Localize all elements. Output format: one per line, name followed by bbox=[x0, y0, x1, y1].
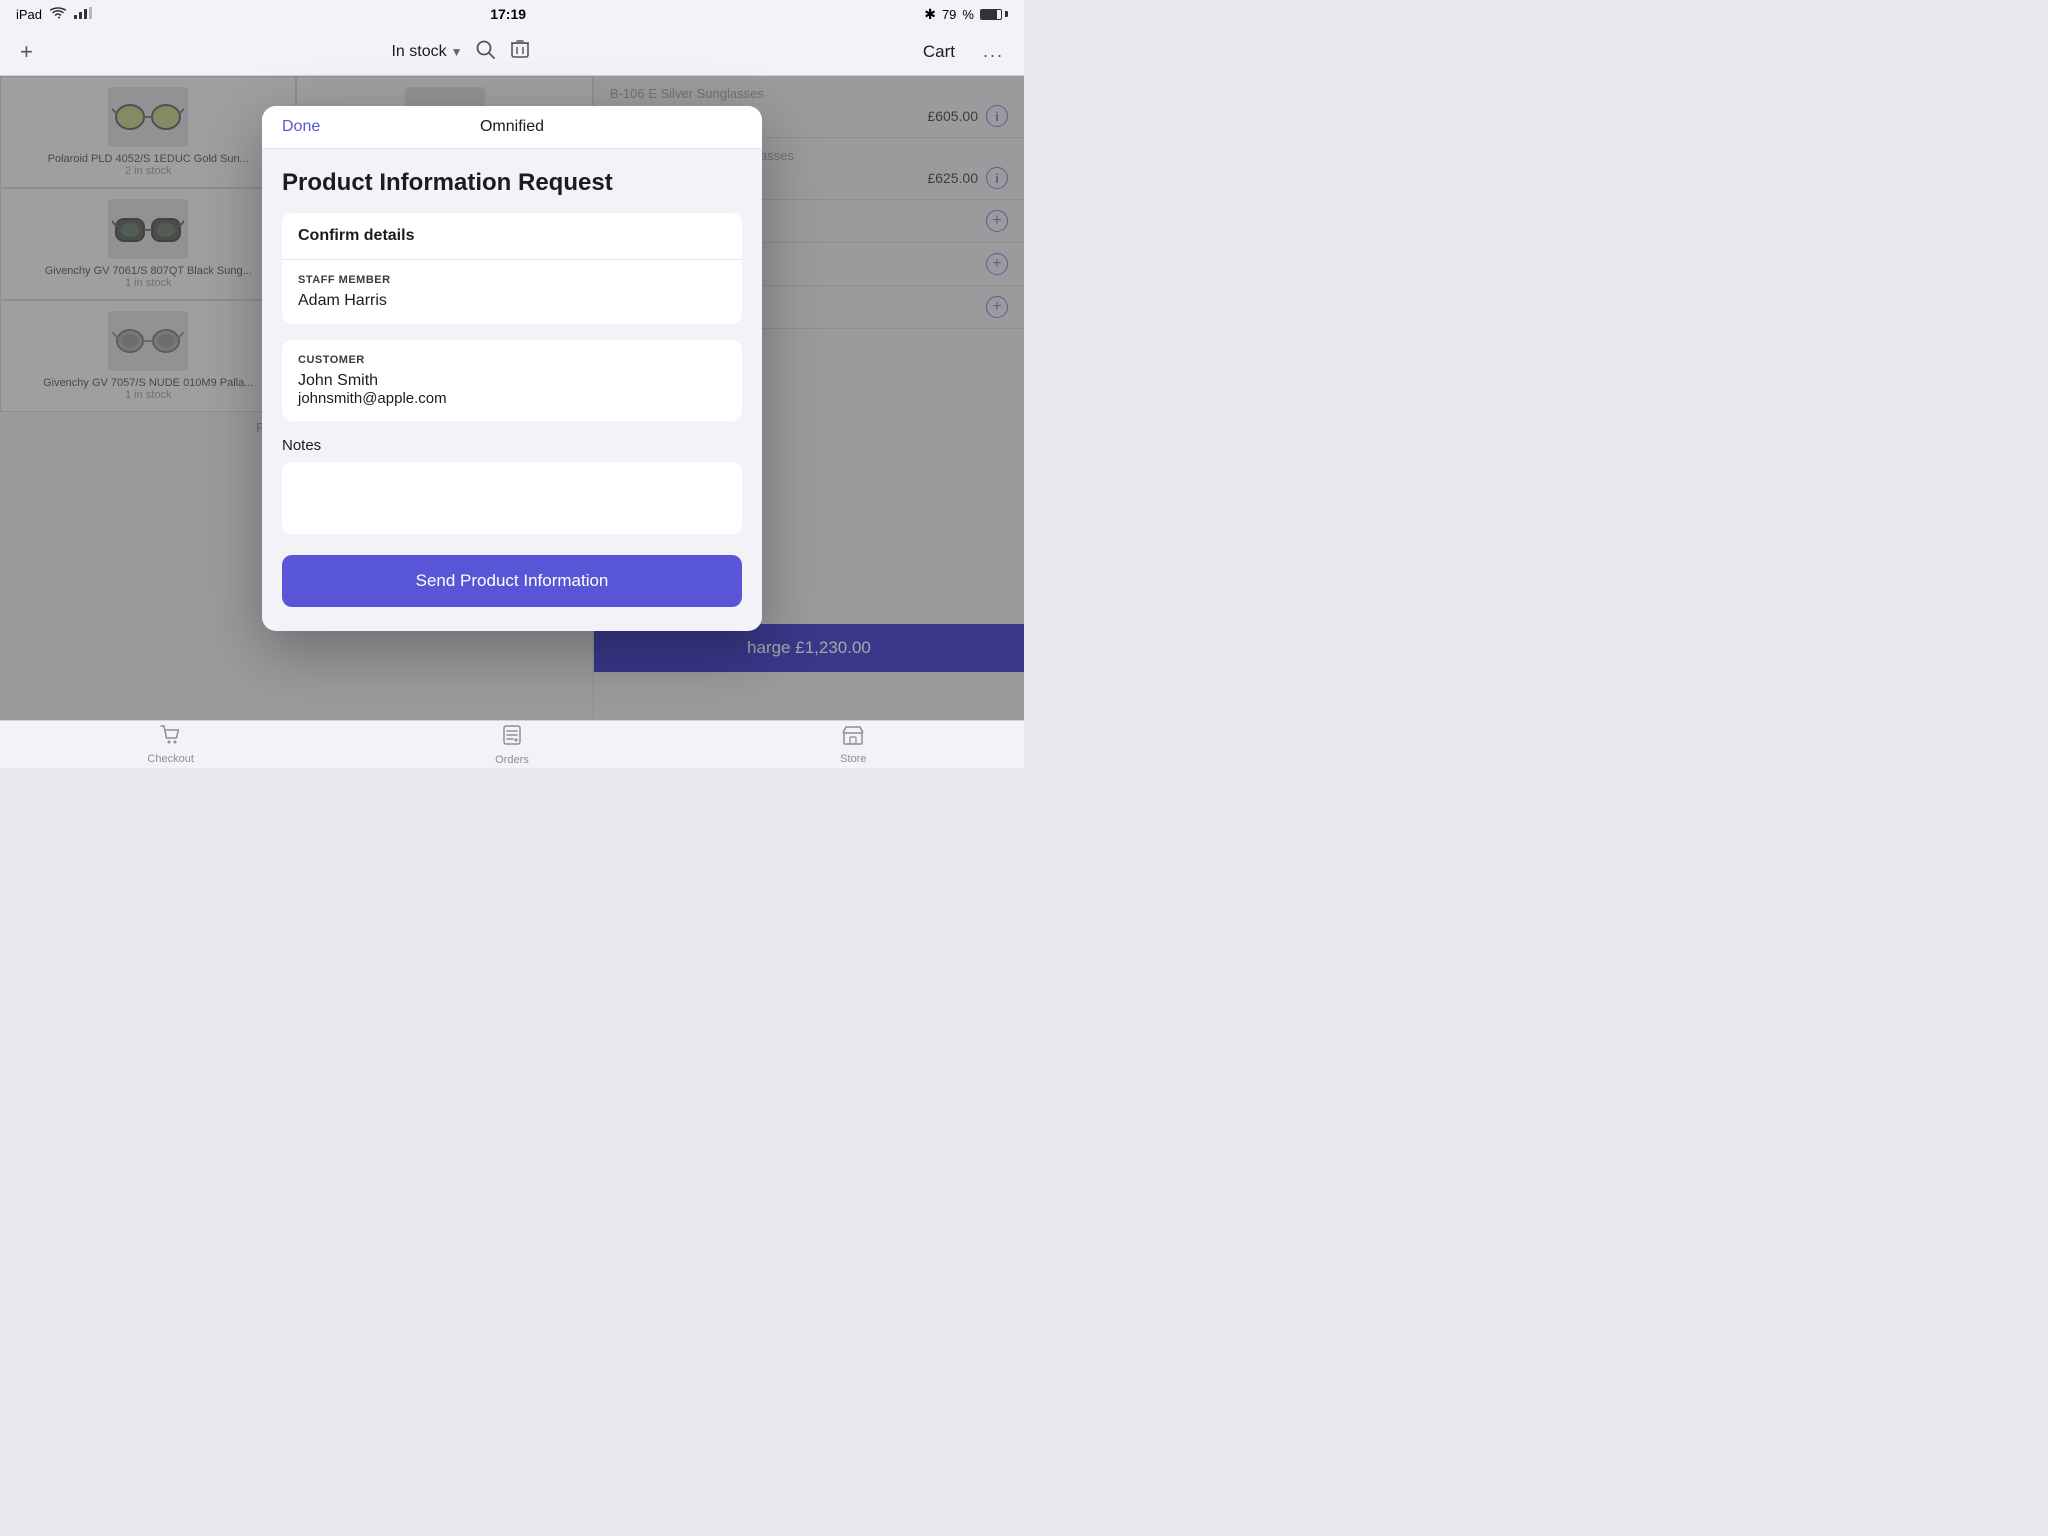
tab-bar: Checkout Orders Store bbox=[0, 720, 1024, 768]
notes-input[interactable] bbox=[282, 462, 742, 534]
store-icon bbox=[842, 725, 864, 751]
modal-title: Omnified bbox=[480, 118, 544, 136]
customer-card: CUSTOMER John Smith johnsmith@apple.com bbox=[282, 340, 742, 421]
tab-orders-label: Orders bbox=[495, 754, 529, 766]
status-left: iPad bbox=[16, 7, 92, 22]
notes-label: Notes bbox=[282, 437, 742, 454]
customer-section: CUSTOMER John Smith johnsmith@apple.com bbox=[282, 340, 742, 421]
customer-email: johnsmith@apple.com bbox=[298, 390, 726, 407]
status-bar: iPad 17:19 ✱ 79% bbox=[0, 0, 1024, 28]
wifi-icon bbox=[50, 7, 66, 22]
battery-percent: 79 bbox=[942, 7, 956, 22]
search-button[interactable] bbox=[471, 35, 499, 69]
tab-checkout[interactable]: Checkout bbox=[0, 721, 341, 768]
stock-label: In stock bbox=[391, 43, 446, 61]
done-button[interactable]: Done bbox=[282, 118, 320, 136]
status-right: ✱ 79% bbox=[924, 6, 1008, 23]
top-nav: + In stock ▼ Cart ... bbox=[0, 28, 1024, 76]
tab-checkout-label: Checkout bbox=[147, 753, 193, 765]
stock-dropdown[interactable]: In stock ▼ bbox=[391, 43, 462, 61]
staff-member-label: STAFF MEMBER bbox=[298, 274, 726, 286]
time-display: 17:19 bbox=[490, 6, 526, 22]
card-header-section: Confirm details bbox=[282, 213, 742, 259]
signal-dots bbox=[74, 7, 92, 22]
orders-icon bbox=[502, 724, 522, 752]
chevron-down-icon: ▼ bbox=[451, 45, 463, 59]
send-product-info-button[interactable]: Send Product Information bbox=[282, 555, 742, 607]
carrier-label: iPad bbox=[16, 7, 42, 22]
more-button[interactable]: ... bbox=[979, 37, 1008, 66]
customer-name: John Smith bbox=[298, 372, 726, 390]
bluetooth-icon: ✱ bbox=[924, 6, 936, 23]
main-content: Polaroid PLD 4052/S 1EDUC Gold Sun... 2 … bbox=[0, 76, 1024, 720]
add-button[interactable]: + bbox=[16, 35, 37, 69]
trash-button[interactable] bbox=[507, 35, 533, 69]
modal-overlay: Done Omnified Product Information Reques… bbox=[0, 76, 1024, 720]
staff-member-value: Adam Harris bbox=[298, 292, 726, 310]
tab-orders[interactable]: Orders bbox=[341, 721, 682, 768]
staff-member-section: STAFF MEMBER Adam Harris bbox=[282, 259, 742, 324]
modal-body: Product Information Request Confirm deta… bbox=[262, 149, 762, 631]
modal-header: Done Omnified bbox=[262, 106, 762, 149]
modal-dialog: Done Omnified Product Information Reques… bbox=[262, 106, 762, 631]
confirm-details-label: Confirm details bbox=[298, 227, 726, 245]
battery-icon bbox=[980, 9, 1008, 20]
tab-store[interactable]: Store bbox=[683, 721, 1024, 768]
confirm-details-card: Confirm details STAFF MEMBER Adam Harris bbox=[282, 213, 742, 324]
checkout-icon bbox=[160, 725, 182, 751]
customer-label: CUSTOMER bbox=[298, 354, 726, 366]
cart-panel-title: Cart bbox=[923, 42, 955, 62]
tab-store-label: Store bbox=[840, 753, 866, 765]
page-title: Product Information Request bbox=[282, 169, 742, 197]
